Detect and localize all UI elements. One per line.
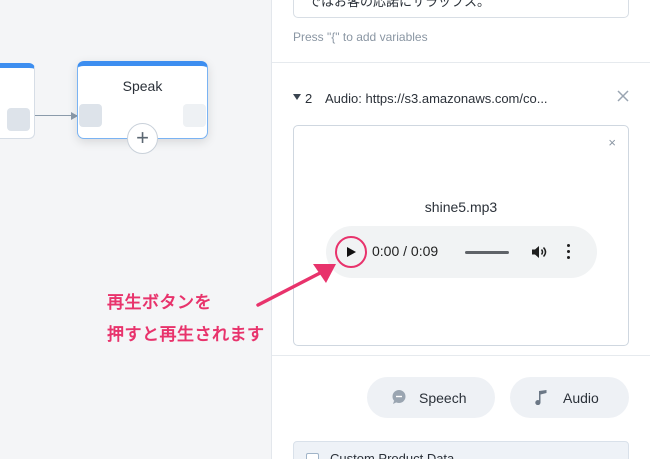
divider <box>272 62 650 63</box>
play-icon[interactable] <box>347 247 356 257</box>
speak-node-title: Speak <box>122 78 163 94</box>
output-port[interactable] <box>7 108 30 131</box>
playback-time: 0:00 / 0:09 <box>372 243 439 259</box>
flow-canvas[interactable]: Speak + <box>0 0 271 459</box>
add-step-button[interactable]: + <box>127 123 158 154</box>
audio-button-label: Audio <box>563 390 599 406</box>
speech-text-input[interactable]: ではお客の応諾にサラップス。 <box>293 0 629 18</box>
editor-panel: ではお客の応諾にサラップス。 Press "{" to add variable… <box>271 0 650 459</box>
remove-audio-button[interactable]: × <box>608 135 616 150</box>
audio-player: 0:00 / 0:09 <box>326 226 597 278</box>
variables-hint: Press "{" to add variables <box>293 30 428 44</box>
audio-card: × shine5.mp3 0:00 / 0:09 <box>293 125 629 346</box>
music-note-icon <box>535 390 547 405</box>
progress-slider[interactable] <box>465 251 509 254</box>
collapse-caret-icon[interactable] <box>293 94 301 100</box>
annotation-text-line1: 再生ボタンを <box>107 293 212 313</box>
output-port[interactable] <box>183 104 206 127</box>
speech-text-value: ではお客の応諾にサラップス。 <box>308 0 491 9</box>
checkbox[interactable] <box>306 453 319 459</box>
more-options-icon[interactable] <box>567 244 571 260</box>
add-audio-button[interactable]: Audio <box>510 377 629 418</box>
annotation-text-line2: 押すと再生されます <box>107 325 265 345</box>
remove-item-icon[interactable] <box>616 88 630 104</box>
custom-product-data-toggle[interactable]: Custom Product Data <box>293 441 629 459</box>
volume-icon[interactable] <box>531 245 547 259</box>
input-port[interactable] <box>79 104 102 127</box>
previous-node[interactable] <box>0 63 35 139</box>
audio-file-name: shine5.mp3 <box>424 199 498 215</box>
speech-bubble-icon <box>392 390 406 404</box>
speech-button-label: Speech <box>419 390 467 406</box>
divider <box>272 355 650 356</box>
bottom-box-label: Custom Product Data <box>330 451 455 459</box>
add-speech-button[interactable]: Speech <box>367 377 495 418</box>
item-number: 2 <box>305 91 313 106</box>
audio-item-header[interactable]: 2 Audio: https://s3.amazonaws.com/co... <box>293 90 629 110</box>
item-title: Audio: https://s3.amazonaws.com/co... <box>325 91 548 106</box>
